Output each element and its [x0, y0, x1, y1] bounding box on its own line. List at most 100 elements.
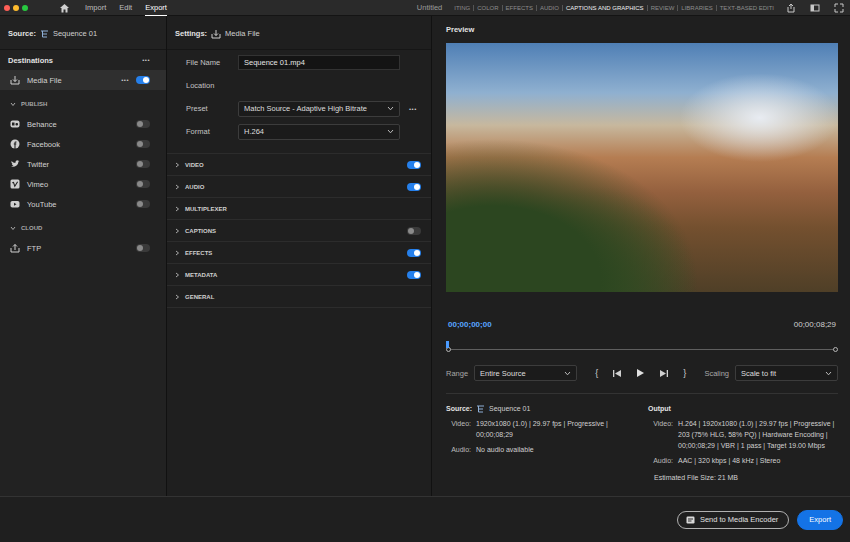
step-back-icon[interactable]: [612, 369, 622, 378]
destination-group[interactable]: CLOUD: [0, 218, 166, 238]
destination-group[interactable]: PUBLISH: [0, 94, 166, 114]
chevron-icon: [174, 272, 180, 278]
destinations-title: Destinations: [8, 56, 53, 65]
settings-section[interactable]: MULTIPLEXER: [167, 198, 431, 220]
workspace-tab[interactable]: AUDIO: [540, 5, 559, 11]
workspace-tab[interactable]: CAPTIONS AND GRAPHICS: [566, 5, 644, 11]
workspace-separator: [502, 5, 503, 11]
zoom-button[interactable]: [22, 5, 28, 11]
output-summary: Output Video: H.264 | 1920x1080 (1.0) | …: [648, 403, 838, 496]
out-handle[interactable]: [833, 347, 838, 352]
export-button[interactable]: Export: [797, 510, 843, 530]
destination-item[interactable]: Facebook: [0, 134, 166, 154]
playhead[interactable]: [446, 341, 449, 348]
destination-label: Facebook: [27, 140, 129, 149]
destination-item[interactable]: Twitter: [0, 154, 166, 174]
source-summary: Source: Sequence 01 Video: 1920x1080 (1.…: [446, 403, 640, 496]
mark-in-button[interactable]: {: [595, 368, 598, 378]
progress-icon[interactable]: [810, 3, 820, 13]
share-icon[interactable]: [786, 3, 796, 13]
destination-label: Behance: [27, 120, 129, 129]
destination-item[interactable]: Vimeo: [0, 174, 166, 194]
group-title: PUBLISH: [21, 101, 47, 107]
dropdown[interactable]: H.264: [238, 124, 400, 140]
toggle-switch[interactable]: [136, 200, 150, 208]
toggle-switch[interactable]: [136, 76, 150, 84]
workspace-tab[interactable]: LIBRARIES: [681, 5, 712, 11]
settings-section[interactable]: AUDIO: [167, 176, 431, 198]
timeline-slider[interactable]: [446, 341, 838, 353]
workspace-tab[interactable]: TEXT-BASED EDITI: [720, 5, 774, 11]
current-timecode[interactable]: 00;00;00;00: [448, 320, 492, 329]
workspace-separator: [562, 5, 563, 11]
toggle-switch[interactable]: [136, 140, 150, 148]
destination-label: YouTube: [27, 200, 129, 209]
settings-section[interactable]: EFFECTS: [167, 242, 431, 264]
toggle-switch[interactable]: [407, 271, 421, 279]
destination-item[interactable]: FTP: [0, 238, 166, 258]
destination-item[interactable]: Behance: [0, 114, 166, 134]
group-title: CLOUD: [21, 225, 42, 231]
top-bar: Import Edit Export Untitled ITING COLOR EF…: [0, 0, 850, 16]
workspace-tab[interactable]: REVIEW: [651, 5, 675, 11]
toggle-switch[interactable]: [407, 249, 421, 257]
nav-tab[interactable]: Edit: [119, 0, 132, 16]
settings-section[interactable]: GENERAL: [167, 286, 431, 308]
toggle-switch[interactable]: [136, 180, 150, 188]
fullscreen-icon[interactable]: [834, 3, 844, 13]
dropdown[interactable]: Match Source - Adaptive High Bitrate: [238, 101, 400, 117]
toggle-switch[interactable]: [407, 183, 421, 191]
destination-item[interactable]: Media File •••: [0, 70, 166, 90]
destination-item[interactable]: YouTube: [0, 194, 166, 214]
project-title: Untitled: [405, 3, 454, 12]
field-row: Preset Match Source - Adaptive High Bitr…: [167, 97, 431, 120]
vimeo-icon: [10, 179, 20, 189]
minimize-button[interactable]: [13, 5, 19, 11]
toggle-switch[interactable]: [136, 244, 150, 252]
nav-tab[interactable]: Export: [145, 0, 167, 16]
play-icon[interactable]: [636, 368, 645, 378]
export-file-icon: [10, 75, 20, 85]
settings-label: Settings:: [175, 29, 207, 38]
send-to-media-encoder-button[interactable]: Send to Media Encoder: [677, 511, 789, 529]
workspace-separator: [677, 5, 678, 11]
sequence-icon: [40, 30, 49, 38]
settings-panel: Settings: Media File File Name Sequence …: [167, 16, 432, 496]
range-dropdown[interactable]: Entire Source: [474, 365, 577, 381]
settings-section[interactable]: VIDEO: [167, 154, 431, 176]
toggle-switch[interactable]: [136, 160, 150, 168]
estimated-file-size: Estimated File Size: 21 MB: [648, 474, 838, 481]
toggle-switch[interactable]: [136, 120, 150, 128]
workspace-tab[interactable]: ITING: [454, 5, 470, 11]
field-label: File Name: [186, 58, 238, 67]
toggle-switch[interactable]: [407, 161, 421, 169]
chevron-icon: [174, 250, 180, 256]
preset-menu[interactable]: •••: [409, 106, 417, 112]
nav-tab[interactable]: Import: [85, 0, 106, 16]
settings-section[interactable]: METADATA: [167, 264, 431, 286]
workspace-tab[interactable]: EFFECTS: [506, 5, 533, 11]
home-icon[interactable]: [59, 3, 70, 13]
chevron-icon: [174, 228, 180, 234]
field-row: Location: [167, 74, 431, 97]
step-forward-icon[interactable]: [659, 369, 669, 378]
export-panels: Source: Sequence 01 Destinations ••• Med…: [0, 16, 850, 496]
facebook-icon: [10, 139, 20, 149]
range-label: Range: [446, 369, 468, 378]
main-nav: Import Edit Export: [85, 0, 167, 16]
bottom-bar: Send to Media Encoder Export: [0, 496, 850, 542]
toggle-switch[interactable]: [407, 227, 421, 235]
destinations-menu[interactable]: •••: [142, 57, 150, 63]
text-field[interactable]: Sequence 01.mp4: [238, 55, 400, 70]
destination-menu[interactable]: •••: [121, 77, 129, 83]
close-button[interactable]: [4, 5, 10, 11]
source-name: Sequence 01: [53, 29, 97, 38]
scaling-dropdown[interactable]: Scale to fit: [735, 365, 838, 381]
destination-label: FTP: [27, 244, 129, 253]
summary-title: Output: [648, 405, 671, 412]
settings-section[interactable]: CAPTIONS: [167, 220, 431, 242]
mark-out-button[interactable]: }: [683, 368, 686, 378]
workspace-tab[interactable]: COLOR: [477, 5, 498, 11]
chevron-down-icon: [387, 106, 394, 111]
field-row: File Name Sequence 01.mp4: [167, 51, 431, 74]
